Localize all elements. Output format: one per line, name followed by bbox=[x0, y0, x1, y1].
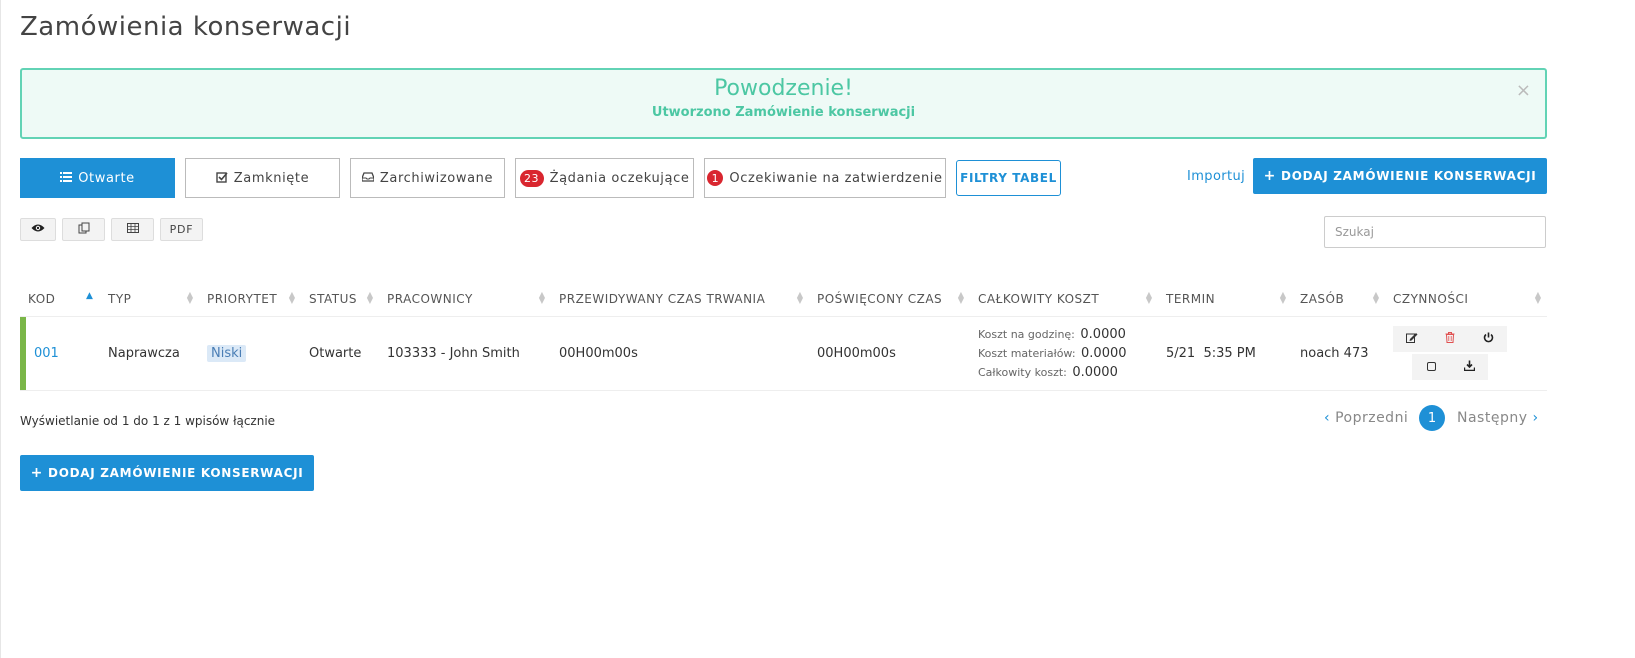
sort-icon[interactable]: ▲ ▼ bbox=[186, 291, 194, 305]
sort-icon[interactable]: ▲ ▼ bbox=[1534, 291, 1542, 305]
header-divider bbox=[20, 316, 1547, 317]
cost-hourly-label: Koszt na godzinę: bbox=[978, 328, 1075, 341]
tab-archived[interactable]: Zarchiwizowane bbox=[350, 158, 505, 198]
alert-title: Powodzenie! bbox=[714, 76, 853, 101]
cell-status: Otwarte bbox=[309, 346, 362, 361]
column-header-type[interactable]: TYP bbox=[108, 292, 131, 306]
column-header-code[interactable]: KOD bbox=[28, 292, 55, 306]
column-header-estimated-duration[interactable]: PRZEWIDYWANY CZAS TRWANIA bbox=[559, 292, 765, 306]
cell-type: Naprawcza bbox=[108, 346, 180, 361]
column-header-asset[interactable]: ZASÓB bbox=[1300, 292, 1344, 306]
page-left-border bbox=[0, 0, 1, 658]
column-header-due-date[interactable]: TERMIN bbox=[1166, 292, 1215, 306]
prev-label: Poprzedni bbox=[1335, 410, 1409, 426]
tab-label: Zamknięte bbox=[233, 170, 310, 186]
inbox-icon bbox=[361, 171, 375, 185]
download-icon bbox=[1463, 360, 1475, 374]
copy-button[interactable] bbox=[62, 218, 105, 241]
list-icon bbox=[60, 171, 73, 185]
close-icon[interactable]: × bbox=[1516, 80, 1531, 101]
column-header-time-spent[interactable]: POŚWIĘCONY CZAS bbox=[817, 292, 942, 306]
row-divider bbox=[20, 390, 1547, 391]
cell-estimated-duration: 00H00m00s bbox=[559, 346, 638, 361]
sort-icon[interactable]: ▲ ▼ bbox=[1279, 291, 1287, 305]
sort-asc-icon[interactable]: ▲ bbox=[86, 291, 93, 301]
tab-label: Otwarte bbox=[78, 170, 135, 186]
tab-open[interactable]: Otwarte bbox=[20, 158, 175, 198]
sort-icon[interactable]: ▲ ▼ bbox=[1145, 291, 1153, 305]
sort-icon[interactable]: ▲ ▼ bbox=[957, 291, 965, 305]
copy-icon bbox=[78, 222, 90, 237]
sort-icon[interactable]: ▲ ▼ bbox=[796, 291, 804, 305]
power-button[interactable] bbox=[1469, 326, 1507, 352]
tab-label: Zarchiwizowane bbox=[379, 170, 494, 186]
chevron-left-icon: ‹ bbox=[1324, 410, 1331, 426]
priority-badge: Niski bbox=[207, 345, 247, 362]
add-maintenance-order-button-bottom[interactable]: + DODAJ ZAMÓWIENIE KONSERWACJI bbox=[20, 455, 314, 491]
cost-materials-value: 0.0000 bbox=[1081, 346, 1127, 361]
edit-icon bbox=[1406, 332, 1418, 346]
delete-button[interactable] bbox=[1431, 326, 1469, 352]
cell-due-date: 5/21 5:35 PM bbox=[1166, 346, 1256, 361]
next-label: Następny bbox=[1457, 410, 1528, 426]
eye-icon bbox=[31, 223, 45, 236]
excel-button[interactable] bbox=[111, 218, 154, 241]
column-header-workers[interactable]: PRACOWNICY bbox=[387, 292, 473, 306]
checkbox-icon bbox=[216, 171, 228, 186]
column-header-actions: CZYNNOŚCI bbox=[1393, 292, 1469, 306]
cost-hourly: Koszt na godzinę: 0.0000 bbox=[978, 327, 1126, 342]
table-info: Wyświetlanie od 1 do 1 z 1 wpisów łączni… bbox=[20, 414, 276, 428]
power-icon bbox=[1483, 332, 1494, 346]
cost-total-label: Całkowity koszt: bbox=[978, 366, 1067, 379]
plus-icon: + bbox=[30, 465, 44, 481]
alert-message: Utworzono Zamówienie konserwacji bbox=[651, 105, 916, 120]
row-status-bar bbox=[20, 317, 26, 390]
pending-count-badge: 23 bbox=[519, 169, 544, 187]
add-button-label: DODAJ ZAMÓWIENIE KONSERWACJI bbox=[48, 466, 304, 480]
tab-label: Żądania oczekujące bbox=[549, 170, 690, 186]
download-button[interactable] bbox=[1450, 354, 1488, 380]
sort-icon[interactable]: ▲ ▼ bbox=[538, 291, 546, 305]
sort-icon[interactable]: ▲ ▼ bbox=[288, 291, 296, 305]
next-page-button[interactable]: Następny › bbox=[1457, 410, 1539, 426]
select-button[interactable] bbox=[1412, 354, 1450, 380]
cell-asset: noach 473 bbox=[1300, 346, 1369, 361]
add-button-label: DODAJ ZAMÓWIENIE KONSERWACJI bbox=[1281, 169, 1537, 183]
success-alert: Powodzenie! Utworzono Zamówienie konserw… bbox=[20, 68, 1547, 139]
sort-icon[interactable]: ▲ ▼ bbox=[366, 291, 374, 305]
table-filters-button[interactable]: FILTRY TABEL bbox=[956, 160, 1061, 196]
cost-total-value: 0.0000 bbox=[1072, 365, 1118, 380]
trash-icon bbox=[1445, 332, 1455, 346]
column-header-status[interactable]: STATUS bbox=[309, 292, 357, 306]
pdf-button[interactable]: PDF bbox=[160, 218, 203, 241]
cell-time-spent: 00H00m00s bbox=[817, 346, 896, 361]
table-icon bbox=[126, 223, 139, 236]
column-header-priority[interactable]: PRIORYTET bbox=[207, 292, 277, 306]
cost-materials: Koszt materiałów: 0.0000 bbox=[978, 346, 1127, 361]
cost-hourly-value: 0.0000 bbox=[1080, 327, 1126, 342]
tab-awaiting-approval[interactable]: 1 Oczekiwanie na zatwierdzenie bbox=[704, 158, 946, 198]
plus-icon: + bbox=[1263, 168, 1277, 184]
page-title: Zamówienia konserwacji bbox=[20, 12, 352, 42]
tab-pending-requests[interactable]: 23 Żądania oczekujące bbox=[515, 158, 694, 198]
approval-count-badge: 1 bbox=[707, 170, 724, 186]
search-input[interactable] bbox=[1324, 216, 1546, 248]
tab-closed[interactable]: Zamknięte bbox=[185, 158, 340, 198]
cell-workers: 103333 - John Smith bbox=[387, 346, 520, 361]
order-code-link[interactable]: 001 bbox=[34, 346, 59, 361]
cost-total: Całkowity koszt: 0.0000 bbox=[978, 365, 1118, 380]
import-link[interactable]: Importuj bbox=[1187, 169, 1245, 184]
column-header-total-cost[interactable]: CAŁKOWITY KOSZT bbox=[978, 292, 1099, 306]
square-icon bbox=[1426, 361, 1436, 374]
edit-button[interactable] bbox=[1393, 326, 1431, 352]
tab-label: Oczekiwanie na zatwierdzenie bbox=[729, 170, 943, 186]
page-button-1[interactable]: 1 bbox=[1419, 405, 1445, 431]
chevron-right-icon: › bbox=[1532, 410, 1539, 426]
add-maintenance-order-button[interactable]: + DODAJ ZAMÓWIENIE KONSERWACJI bbox=[1253, 158, 1547, 194]
column-visibility-button[interactable] bbox=[20, 218, 56, 241]
sort-icon[interactable]: ▲ ▼ bbox=[1372, 291, 1380, 305]
cost-materials-label: Koszt materiałów: bbox=[978, 347, 1076, 360]
prev-page-button[interactable]: ‹ Poprzedni bbox=[1324, 410, 1408, 426]
